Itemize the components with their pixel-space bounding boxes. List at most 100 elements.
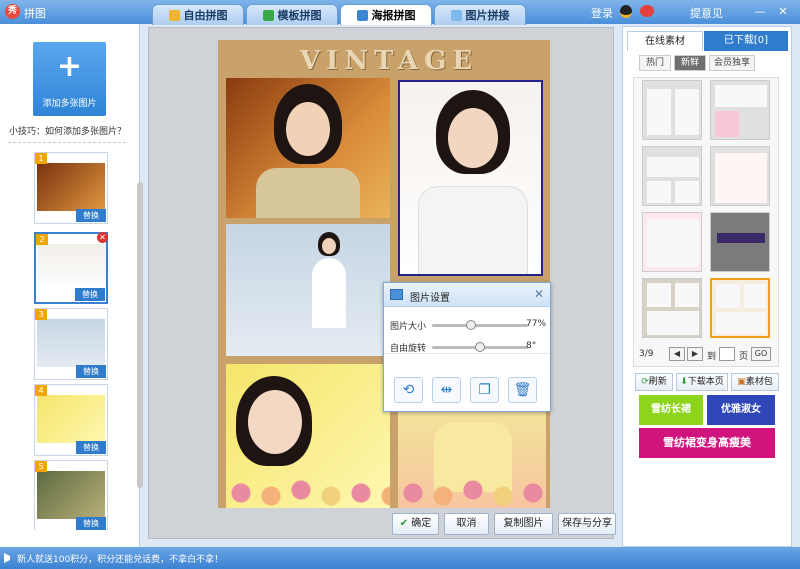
package-icon: ▣	[737, 377, 746, 387]
refresh-button[interactable]: ⟳刷新	[635, 373, 673, 391]
tab-template-collage[interactable]: 模板拼图	[246, 4, 338, 25]
rotate-slider[interactable]	[432, 342, 528, 352]
confirm-button[interactable]: ✔ 确定	[392, 513, 439, 535]
template-thumb[interactable]	[642, 278, 702, 338]
image-icon	[390, 289, 403, 300]
template-thumb[interactable]	[642, 80, 702, 140]
next-page-button[interactable]: ▶	[687, 347, 703, 361]
close-button[interactable]: ✕	[775, 4, 791, 19]
size-value: 77%	[526, 319, 547, 329]
photo-slot-2-selected[interactable]	[398, 80, 543, 276]
prev-page-button[interactable]: ◀	[669, 347, 685, 361]
poster-collage-icon	[356, 9, 368, 21]
weibo-icon[interactable]	[640, 5, 654, 17]
replace-button[interactable]: 替换	[76, 365, 106, 378]
thumb-image	[37, 319, 105, 367]
thumb-number: 1	[35, 153, 47, 164]
download-page-button[interactable]: ⬇下载本页	[676, 373, 728, 391]
left-panel: + 添加多张图片 小技巧：如何添加多张图片？ 1 替换 2 ✕ 替换 3 替换 …	[0, 24, 143, 547]
status-message[interactable]: 新人就送100积分，积分还能兑话费，不拿白不拿！	[17, 552, 223, 565]
dialog-close-icon[interactable]: ✕	[534, 287, 544, 301]
minimize-button[interactable]: —	[752, 4, 768, 19]
tab-free-collage[interactable]: 自由拼图	[152, 4, 244, 25]
flip-horizontal-icon[interactable]: ⇹	[432, 377, 461, 403]
goto-label: 到	[707, 352, 717, 362]
subtab-vip[interactable]: 会员独享	[709, 55, 755, 71]
template-thumb[interactable]	[642, 212, 702, 272]
thumb-image	[38, 244, 106, 292]
template-thumb[interactable]	[710, 80, 770, 140]
ad-banner-elegant-lady[interactable]: 优雅淑女	[707, 395, 775, 425]
flower-decoration	[398, 478, 546, 508]
thumbnail-list: 1 替换 2 ✕ 替换 3 替换 4 替换 5 替换	[0, 150, 140, 530]
thumb-image	[37, 163, 105, 211]
photo-slot-4[interactable]	[226, 364, 390, 508]
replace-button[interactable]: 替换	[75, 288, 105, 301]
photo-slot-1[interactable]	[226, 78, 390, 218]
title-bar: 秀 拼图 自由拼图 模板拼图 海报拼图 图片拼接 登录 提意见 — ✕	[0, 0, 800, 25]
thumbnail-1[interactable]: 1 替换	[34, 152, 108, 224]
qq-icon[interactable]	[620, 5, 632, 18]
dialog-title: 图片设置	[410, 293, 450, 304]
login-link[interactable]: 登录	[591, 5, 613, 21]
tab-downloaded[interactable]: 已下载[0]	[704, 31, 788, 51]
replace-button[interactable]: 替换	[76, 209, 106, 222]
thumb-image	[37, 395, 105, 443]
thumbnail-5[interactable]: 5 替换	[34, 460, 108, 530]
thumb-number: 5	[35, 461, 47, 472]
template-thumb[interactable]	[642, 146, 702, 206]
refresh-icon: ⟳	[641, 377, 649, 387]
tab-image-stitch[interactable]: 图片拼接	[434, 4, 526, 25]
template-thumb-selected[interactable]	[710, 278, 770, 338]
thumbnail-scrollbar[interactable]	[137, 182, 143, 488]
template-thumb[interactable]	[710, 146, 770, 206]
tab-online-materials[interactable]: 在线素材	[627, 31, 703, 51]
material-pack-button[interactable]: ▣素材包	[731, 373, 779, 391]
page-number-input[interactable]	[719, 347, 735, 361]
image-stitch-icon	[450, 9, 462, 21]
size-label: 图片大小	[390, 322, 427, 332]
tip-link[interactable]: 小技巧：如何添加多张图片？	[9, 124, 126, 137]
size-slider[interactable]	[432, 320, 528, 330]
download-icon: ⬇	[680, 377, 688, 387]
mode-tabs: 自由拼图 模板拼图 海报拼图 图片拼接	[152, 4, 526, 25]
rotate-slider-knob[interactable]	[475, 342, 485, 352]
replace-button[interactable]: 替换	[76, 441, 106, 454]
flower-decoration	[226, 478, 390, 508]
feedback-link[interactable]: 提意见	[690, 5, 723, 21]
check-icon: ✔	[399, 518, 409, 529]
subtab-new[interactable]: 新鲜	[674, 55, 706, 71]
ad-banner-slim-dress[interactable]: 雪纺裙变身高瘦美	[639, 428, 775, 458]
subtab-hot[interactable]: 热门	[639, 55, 671, 71]
ad-banner-chiffon-dress[interactable]: 雪纺长裙	[639, 395, 703, 425]
template-grid	[633, 77, 779, 367]
copy-image-button[interactable]: 复制图片	[494, 513, 553, 535]
add-images-label: 添加多张图片	[42, 99, 97, 109]
copy-layer-icon[interactable]: ❐	[470, 377, 499, 403]
size-slider-knob[interactable]	[466, 320, 477, 330]
rotate-icon[interactable]: ⟲	[394, 377, 423, 403]
plus-icon: +	[56, 49, 83, 84]
thumbnail-3[interactable]: 3 替换	[34, 308, 108, 380]
thumbnail-4[interactable]: 4 替换	[34, 384, 108, 456]
tab-poster-collage[interactable]: 海报拼图	[340, 4, 432, 25]
trash-icon[interactable]: 🗑	[508, 377, 537, 403]
save-share-button[interactable]: 保存与分享	[558, 513, 616, 535]
speaker-icon	[4, 553, 14, 563]
template-thumb[interactable]	[710, 212, 770, 272]
free-collage-icon	[168, 9, 180, 21]
add-images-button[interactable]: + 添加多张图片	[33, 42, 106, 116]
photo-slot-3[interactable]	[226, 224, 390, 356]
app-title: 拼图	[24, 7, 46, 20]
page-unit-label: 页	[739, 352, 749, 362]
delete-icon[interactable]: ✕	[97, 232, 108, 243]
divider	[384, 353, 550, 354]
app-logo-icon: 秀	[5, 4, 20, 19]
replace-button[interactable]: 替换	[76, 517, 106, 530]
poster-headline: VINTAGE	[300, 46, 479, 76]
photo-slot-5[interactable]	[398, 412, 546, 508]
go-button[interactable]: GO	[751, 347, 771, 361]
thumbnail-2[interactable]: 2 ✕ 替换	[34, 232, 108, 304]
template-collage-icon	[262, 9, 274, 21]
cancel-button[interactable]: 取消	[444, 513, 489, 535]
